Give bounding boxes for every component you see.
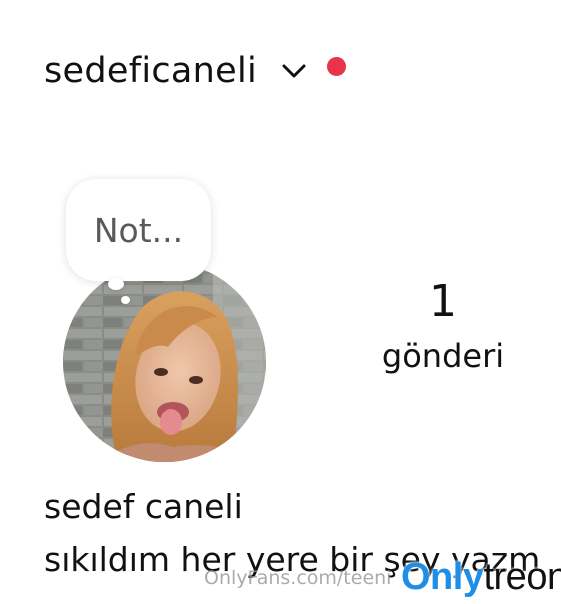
avatar[interactable] bbox=[63, 262, 266, 462]
note-bubble-tail-large bbox=[108, 278, 124, 290]
note-placeholder: Not... bbox=[93, 210, 184, 250]
note-bubble[interactable]: Not... bbox=[66, 179, 211, 281]
posts-count: 1 bbox=[429, 276, 457, 327]
watermark-url: OnlyFans.com/teeni bbox=[204, 567, 392, 589]
username-title[interactable]: sedeficaneli bbox=[44, 51, 257, 91]
posts-label: gönderi bbox=[381, 337, 505, 375]
profile-full-name: sedef caneli bbox=[44, 487, 243, 526]
profile-header: sedeficaneli bbox=[44, 46, 347, 96]
watermark-logo: Onlytreon bbox=[401, 556, 561, 599]
note-bubble-tail-small bbox=[121, 296, 130, 304]
chevron-down-icon[interactable] bbox=[281, 62, 307, 80]
watermark-logo-only: Only bbox=[401, 556, 484, 598]
posts-stat[interactable]: 1 gönderi bbox=[363, 272, 523, 380]
notification-dot-icon bbox=[327, 56, 347, 76]
watermark-logo-treon: treon bbox=[483, 556, 561, 598]
